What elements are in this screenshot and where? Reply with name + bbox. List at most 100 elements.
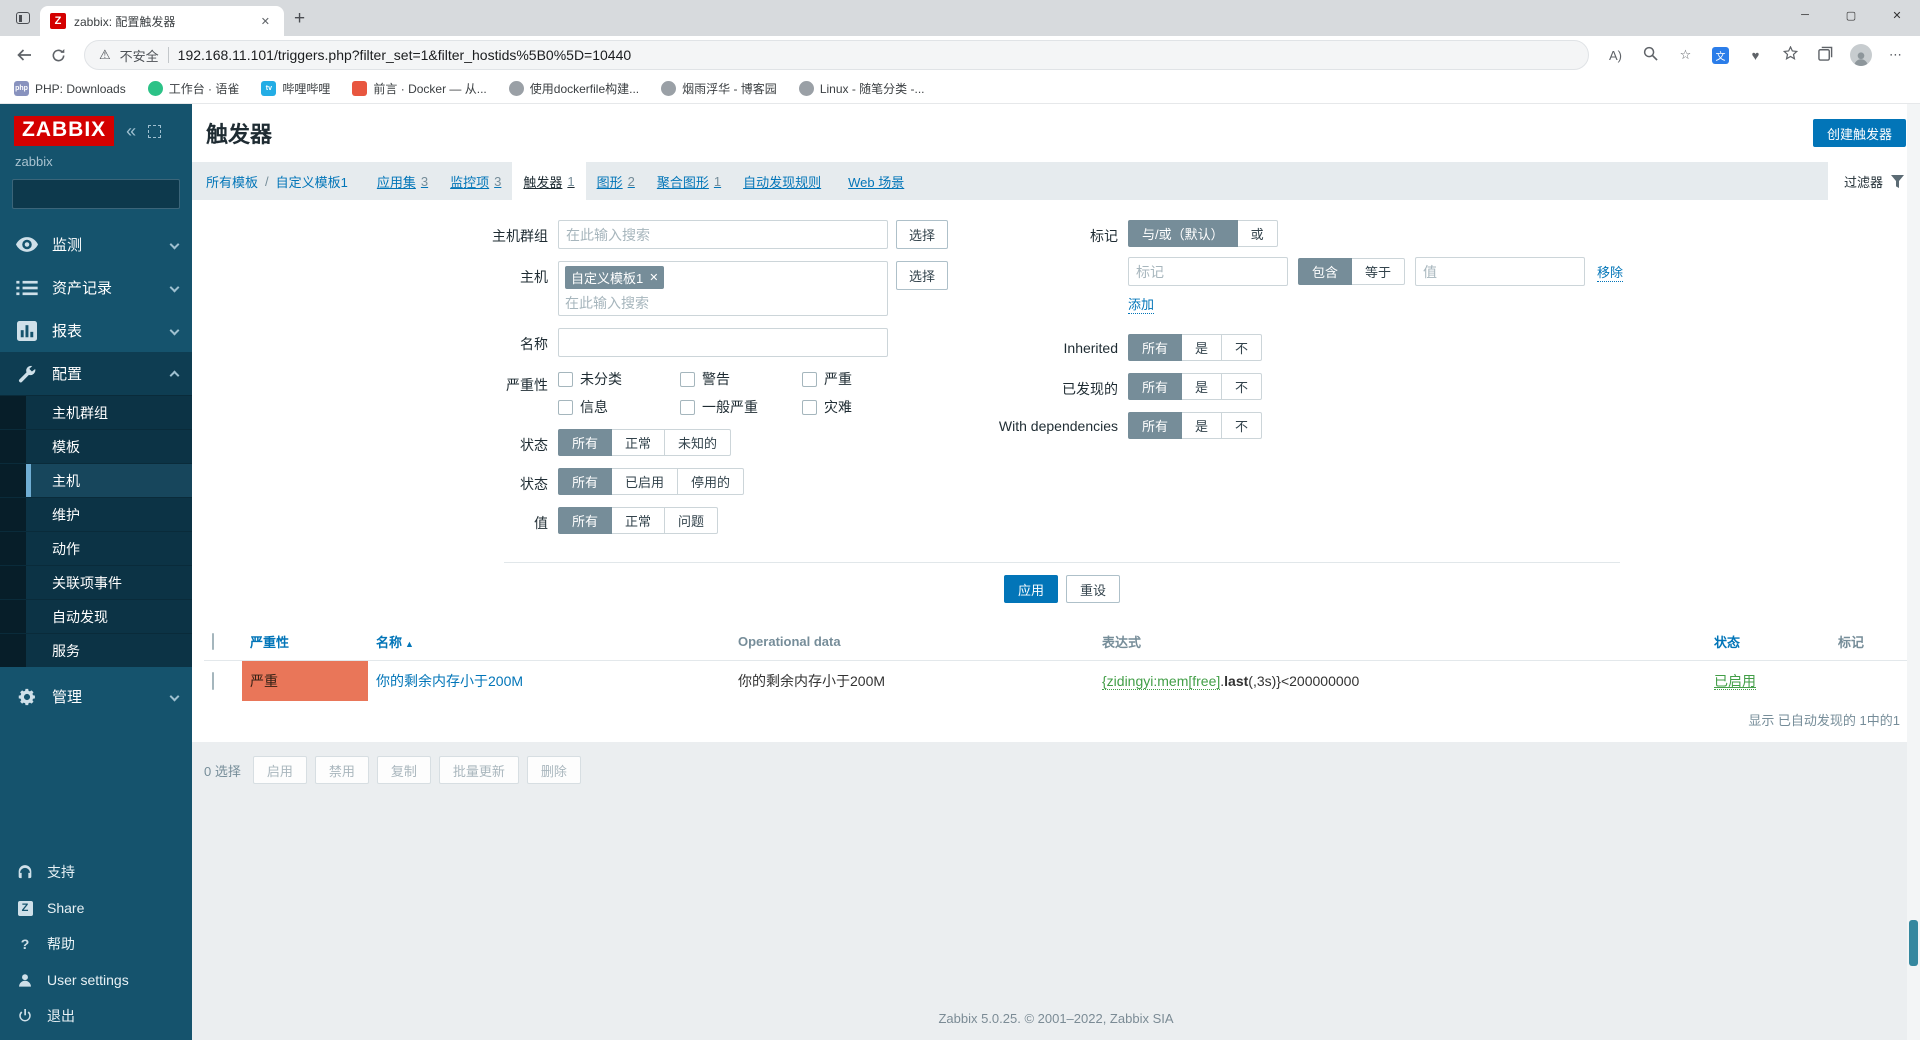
sidebar-item-inventory[interactable]: 资产记录 bbox=[0, 266, 192, 309]
tab-actions-icon[interactable] bbox=[10, 5, 36, 31]
mass-update-button[interactable]: 批量更新 bbox=[438, 756, 519, 784]
url-text[interactable]: 192.168.11.101/triggers.php?filter_set=1… bbox=[178, 47, 632, 63]
create-trigger-button[interactable]: 创建触发器 bbox=[1812, 119, 1906, 147]
tag-equals-button[interactable]: 等于 bbox=[1351, 258, 1406, 285]
severity-checkbox[interactable] bbox=[680, 399, 695, 415]
host-multiselect[interactable]: 自定义模板1 ✕ bbox=[558, 261, 888, 316]
bookmark-item[interactable]: tv 哔哩哔哩 bbox=[261, 80, 330, 97]
sidebar-item-share[interactable]: Z Share bbox=[0, 890, 192, 926]
profile-avatar[interactable] bbox=[1848, 44, 1873, 66]
tag-add-link[interactable]: 添加 bbox=[1128, 294, 1155, 314]
status-enabled-button[interactable]: 已启用 bbox=[611, 468, 679, 495]
severity-checkbox[interactable] bbox=[802, 399, 817, 415]
refresh-icon[interactable] bbox=[46, 43, 70, 67]
sidebar-item-monitoring[interactable]: 监测 bbox=[0, 223, 192, 266]
browser-essentials-icon[interactable]: ♥ bbox=[1743, 48, 1768, 63]
name-input[interactable] bbox=[558, 328, 888, 357]
copy-button[interactable]: 复制 bbox=[376, 756, 431, 784]
severity-checkbox[interactable] bbox=[802, 371, 817, 387]
state-normal-button[interactable]: 正常 bbox=[611, 429, 666, 456]
sidebar-item-configuration[interactable]: 配置 bbox=[0, 352, 192, 395]
value-problem-button[interactable]: 问题 bbox=[664, 507, 719, 534]
sidebar-popout-icon[interactable] bbox=[148, 124, 162, 138]
host-group-input[interactable] bbox=[558, 220, 888, 249]
sidebar-item-host-groups[interactable]: 主机群组 bbox=[0, 395, 192, 429]
favorites-icon[interactable] bbox=[1778, 45, 1803, 64]
dependencies-no-button[interactable]: 不 bbox=[1221, 412, 1263, 439]
tab-items[interactable]: 监控项 3 bbox=[439, 162, 512, 200]
host-select-button[interactable]: 选择 bbox=[896, 261, 949, 290]
column-name[interactable]: 名称 ▲ bbox=[368, 623, 730, 661]
sidebar-item-logout[interactable]: 退出 bbox=[0, 998, 192, 1034]
column-severity[interactable]: 严重性 bbox=[242, 623, 368, 661]
sidebar-item-event-correlation[interactable]: 关联项事件 bbox=[0, 565, 192, 599]
scrollbar-thumb[interactable] bbox=[1909, 920, 1918, 966]
severity-checkbox[interactable] bbox=[558, 399, 573, 415]
zabbix-logo[interactable]: ZABBIX bbox=[14, 116, 115, 146]
discovered-no-button[interactable]: 不 bbox=[1221, 373, 1263, 400]
reset-button[interactable]: 重设 bbox=[1066, 575, 1121, 603]
translate-icon[interactable]: 文 bbox=[1708, 46, 1733, 64]
tab-discovery-rules[interactable]: 自动发现规则 bbox=[732, 162, 837, 200]
discovered-all-button[interactable]: 所有 bbox=[1128, 373, 1183, 400]
value-all-button[interactable]: 所有 bbox=[558, 507, 613, 534]
bookmark-item[interactable]: 工作台 · 语雀 bbox=[147, 80, 239, 97]
severity-checkbox[interactable] bbox=[558, 371, 573, 387]
sidebar-item-services[interactable]: 服务 bbox=[0, 633, 192, 667]
sidebar-item-help[interactable]: ? 帮助 bbox=[0, 926, 192, 962]
sidebar-item-user-settings[interactable]: User settings bbox=[0, 962, 192, 998]
disable-button[interactable]: 禁用 bbox=[314, 756, 369, 784]
tab-graphs[interactable]: 图形 2 bbox=[586, 162, 646, 200]
delete-button[interactable]: 删除 bbox=[526, 756, 581, 784]
inherited-all-button[interactable]: 所有 bbox=[1128, 334, 1183, 361]
sidebar-collapse-icon[interactable]: « bbox=[126, 122, 136, 140]
sidebar-item-reports[interactable]: 报表 bbox=[0, 309, 192, 352]
sidebar-item-discovery[interactable]: 自动发现 bbox=[0, 599, 192, 633]
window-close-button[interactable]: ✕ bbox=[1874, 0, 1920, 30]
apply-button[interactable]: 应用 bbox=[1003, 575, 1058, 603]
tag-remove-link[interactable]: 移除 bbox=[1597, 262, 1624, 282]
column-status[interactable]: 状态 bbox=[1706, 623, 1830, 661]
value-ok-button[interactable]: 正常 bbox=[611, 507, 666, 534]
tab-triggers[interactable]: 触发器 1 bbox=[512, 162, 586, 200]
favorite-add-icon[interactable]: ☆ bbox=[1673, 47, 1698, 63]
browser-tab[interactable]: Z zabbix: 配置触发器 ✕ bbox=[40, 6, 284, 36]
tab-screens[interactable]: 聚合图形 1 bbox=[646, 162, 732, 200]
bookmark-item[interactable]: 前言 · Docker — 从... bbox=[352, 80, 487, 97]
status-all-button[interactable]: 所有 bbox=[558, 468, 613, 495]
sidebar-item-hosts[interactable]: 主机 bbox=[0, 463, 192, 497]
tag-name-input[interactable] bbox=[1128, 257, 1288, 286]
bookmark-item[interactable]: Linux - 随笔分类 -... bbox=[798, 80, 925, 97]
sidebar-item-maintenance[interactable]: 维护 bbox=[0, 497, 192, 531]
chip-remove-icon[interactable]: ✕ bbox=[649, 271, 658, 284]
zoom-icon[interactable] bbox=[1638, 46, 1663, 64]
inherited-yes-button[interactable]: 是 bbox=[1181, 334, 1223, 361]
dependencies-all-button[interactable]: 所有 bbox=[1128, 412, 1183, 439]
more-menu-icon[interactable]: ⋯ bbox=[1883, 47, 1908, 63]
tab-close-icon[interactable]: ✕ bbox=[257, 13, 274, 30]
page-scrollbar[interactable] bbox=[1907, 104, 1920, 1040]
tags-or-button[interactable]: 或 bbox=[1236, 220, 1278, 247]
read-aloud-icon[interactable]: A) bbox=[1603, 48, 1628, 63]
state-unknown-button[interactable]: 未知的 bbox=[664, 429, 732, 456]
back-icon[interactable] bbox=[12, 43, 36, 67]
tab-web-scenarios[interactable]: Web 场景 bbox=[837, 162, 920, 200]
discovered-yes-button[interactable]: 是 bbox=[1181, 373, 1223, 400]
collections-icon[interactable] bbox=[1813, 46, 1838, 64]
expression-item-link[interactable]: {zidingyi:mem[free] bbox=[1102, 673, 1221, 690]
status-disabled-button[interactable]: 停用的 bbox=[677, 468, 745, 495]
breadcrumb-template[interactable]: 自定义模板1 bbox=[276, 172, 348, 191]
sidebar-item-templates[interactable]: 模板 bbox=[0, 429, 192, 463]
tag-value-input[interactable] bbox=[1415, 257, 1586, 286]
inherited-no-button[interactable]: 不 bbox=[1221, 334, 1263, 361]
dependencies-yes-button[interactable]: 是 bbox=[1181, 412, 1223, 439]
tag-contains-button[interactable]: 包含 bbox=[1298, 258, 1353, 285]
status-enabled-link[interactable]: 已启用 bbox=[1714, 673, 1756, 690]
breadcrumb-all-templates[interactable]: 所有模板 bbox=[206, 172, 258, 191]
host-input[interactable] bbox=[565, 295, 866, 311]
sidebar-search-input[interactable] bbox=[21, 186, 197, 202]
enable-button[interactable]: 启用 bbox=[252, 756, 307, 784]
minimize-button[interactable]: ─ bbox=[1782, 0, 1828, 30]
select-all-checkbox[interactable] bbox=[212, 633, 214, 650]
sidebar-item-actions[interactable]: 动作 bbox=[0, 531, 192, 565]
